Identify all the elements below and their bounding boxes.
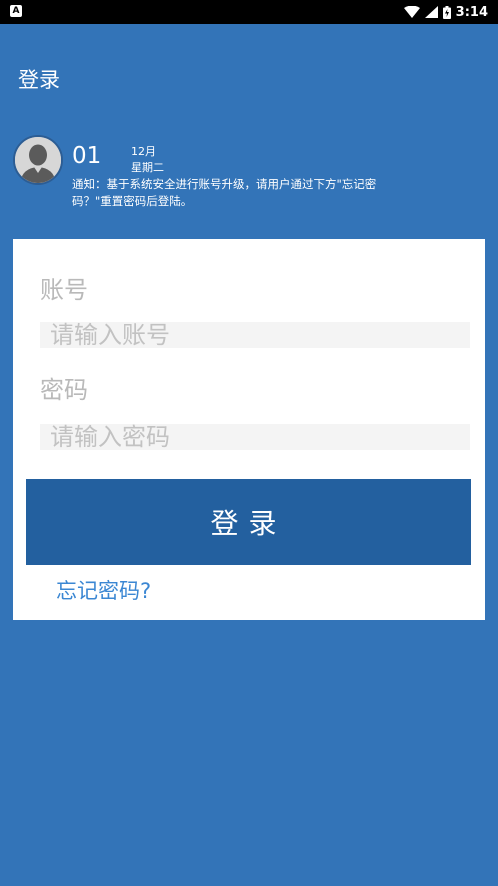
notice-weekday: 星期二: [131, 161, 164, 174]
notice-day: 01: [72, 143, 102, 169]
notification-icon: A: [10, 5, 22, 17]
wifi-icon: [403, 6, 420, 18]
password-label: 密码: [40, 376, 88, 404]
login-button[interactable]: 登录: [26, 479, 471, 565]
status-time: 3:14: [455, 4, 488, 20]
status-right: 3:14: [403, 0, 488, 24]
account-label: 账号: [40, 276, 88, 304]
avatar: [13, 135, 63, 185]
signal-icon: [424, 6, 438, 18]
notice-text: 通知：基于系统安全进行账号升级，请用户通过下方"忘记密码？"重置密码后登陆。: [72, 177, 377, 208]
page-title: 登录: [18, 68, 60, 92]
battery-icon: [442, 5, 451, 19]
notice-month: 12月: [131, 145, 156, 158]
status-bar: A 3:14: [0, 0, 498, 24]
login-card: 账号 密码 登录 忘记密码?: [13, 239, 485, 620]
account-input[interactable]: [40, 322, 470, 348]
password-input[interactable]: [40, 424, 470, 450]
forgot-password-link[interactable]: 忘记密码?: [56, 575, 151, 605]
user-avatar-icon: [15, 137, 61, 183]
